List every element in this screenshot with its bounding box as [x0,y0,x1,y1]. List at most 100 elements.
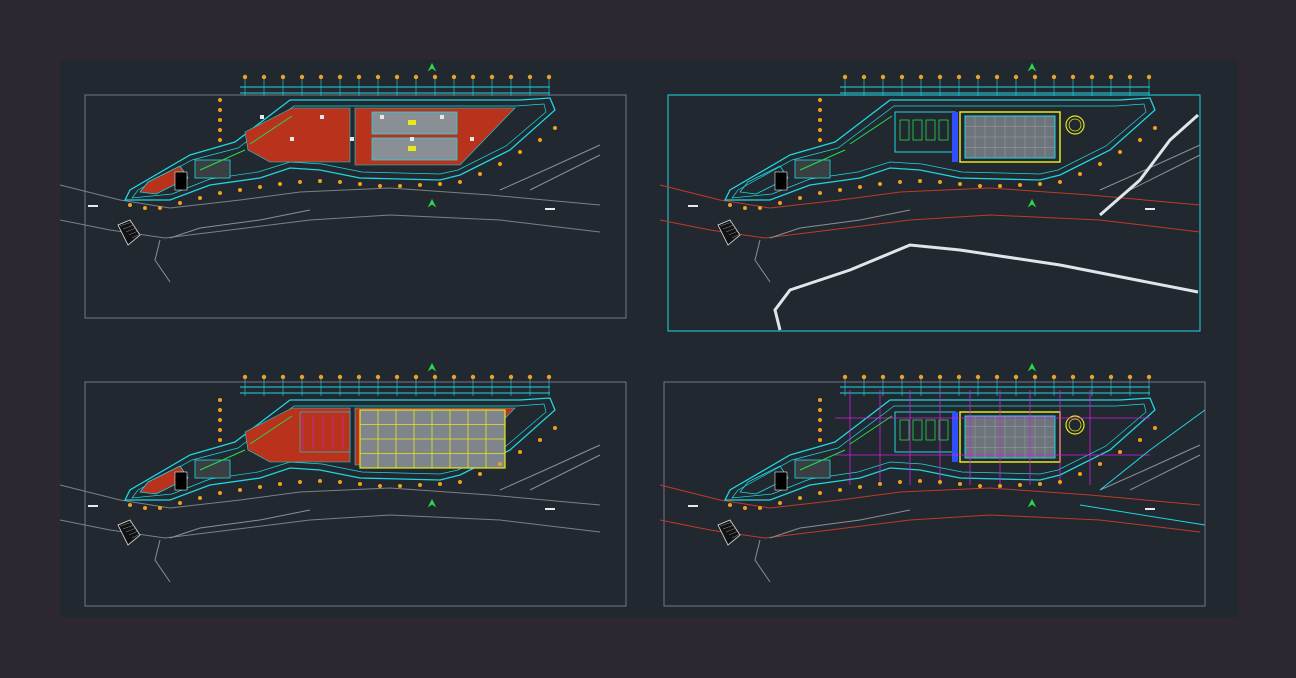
north-arrow-icon [427,198,437,208]
north-arrow-icon [427,62,437,72]
grid-bubble [375,374,381,380]
grid-bubble [280,74,286,80]
grid-bubble [438,482,442,486]
cad-viewport[interactable] [0,0,1296,678]
grid-bubble [413,374,419,380]
grid-bubble [318,179,322,183]
stair-block [174,171,188,191]
grid-bubble [958,482,962,486]
grid-bubble [538,438,542,442]
grid-bubble [728,203,732,207]
grid-bubble [278,482,282,486]
grid-bubble [1078,172,1082,176]
equipment [925,119,936,141]
building-inner-wall [731,103,1147,199]
road-label-mark [88,505,98,507]
grid-bubble [1138,138,1142,142]
grid-bubble [918,74,924,80]
grid-bubble [318,479,322,483]
grid-bubble [278,182,282,186]
grid-bubble [527,74,533,80]
grid-bubble [918,179,922,183]
grid-bubble [937,74,943,80]
grid-bubble [518,450,522,454]
grid-bubble [337,374,343,380]
grid-bubble [956,74,962,80]
grid-bubble [318,374,324,380]
grid-bubble [1089,74,1095,80]
grid-bubble [728,503,732,507]
road-label-mark [688,205,698,207]
site-boundary [499,144,601,191]
roof-vent [380,115,384,119]
grid-bubble [238,188,242,192]
corridor [794,459,831,479]
grid-bubble [938,480,942,484]
grid-bubble [1051,74,1057,80]
grid-bubble [1038,182,1042,186]
grid-bubble [398,484,402,488]
sheet-plan-top-right[interactable] [659,62,1201,332]
entrance-ramp [717,219,741,246]
grid-bubble [218,98,222,102]
grid-bubble [842,374,848,380]
grid-bubble [178,201,182,205]
sheet-plan-bottom-right[interactable] [659,362,1206,607]
grid-bubble [458,180,462,184]
grid-bubble [546,74,552,80]
stair-block [174,471,188,491]
grid-bubble [356,374,362,380]
grid-bubble [299,74,305,80]
site-boundary [154,539,171,583]
grid-bubble [553,126,557,130]
grid-bubble [998,184,1002,188]
grid-bubble [818,398,822,402]
shaft [952,412,958,462]
roof-vent [350,137,354,141]
grid-bubble [1018,183,1022,187]
grid-bubble [546,374,552,380]
grid-bubble [1018,483,1022,487]
skylight [408,120,416,125]
roof-vent [290,137,294,141]
grid-bubble [818,438,822,442]
grid-bubble [818,138,822,142]
grid-bubble [358,482,362,486]
road-edge [59,514,601,539]
grid-bubble [1013,374,1019,380]
road-edge [59,214,601,239]
grid-bubble [418,483,422,487]
grid-bubble [470,374,476,380]
grid-bubble [818,191,822,195]
grid-bubble [413,74,419,80]
corridor [794,159,831,179]
road-label-mark [688,505,698,507]
grid-bubble [818,118,822,122]
north-arrow-icon [1027,362,1037,372]
grid-bubble [218,118,222,122]
grid-bubble [938,180,942,184]
sheet-plan-top-left[interactable] [59,62,627,319]
stair-block [774,171,788,191]
grid-bubble [1089,374,1095,380]
site-boundary [1099,444,1201,491]
entrance-ramp [117,519,141,546]
shaft [952,112,958,162]
road-label-mark [545,208,555,210]
grid-bubble [818,98,822,102]
grid-bubble [261,74,267,80]
grid-bubble [898,180,902,184]
grid-bubble [1127,374,1133,380]
entrance-ramp [117,219,141,246]
grid-bubble [158,206,162,210]
grid-bubble [861,374,867,380]
road-edge [659,214,1201,239]
sheet-plan-bottom-left[interactable] [59,362,627,607]
grid-bubble [880,374,886,380]
site-boundary [754,539,771,583]
site-boundary [169,509,311,539]
cad-drawing[interactable] [0,0,1296,678]
grid-bubble [489,74,495,80]
grid-bubble [1098,162,1102,166]
grid-bubble [338,180,342,184]
